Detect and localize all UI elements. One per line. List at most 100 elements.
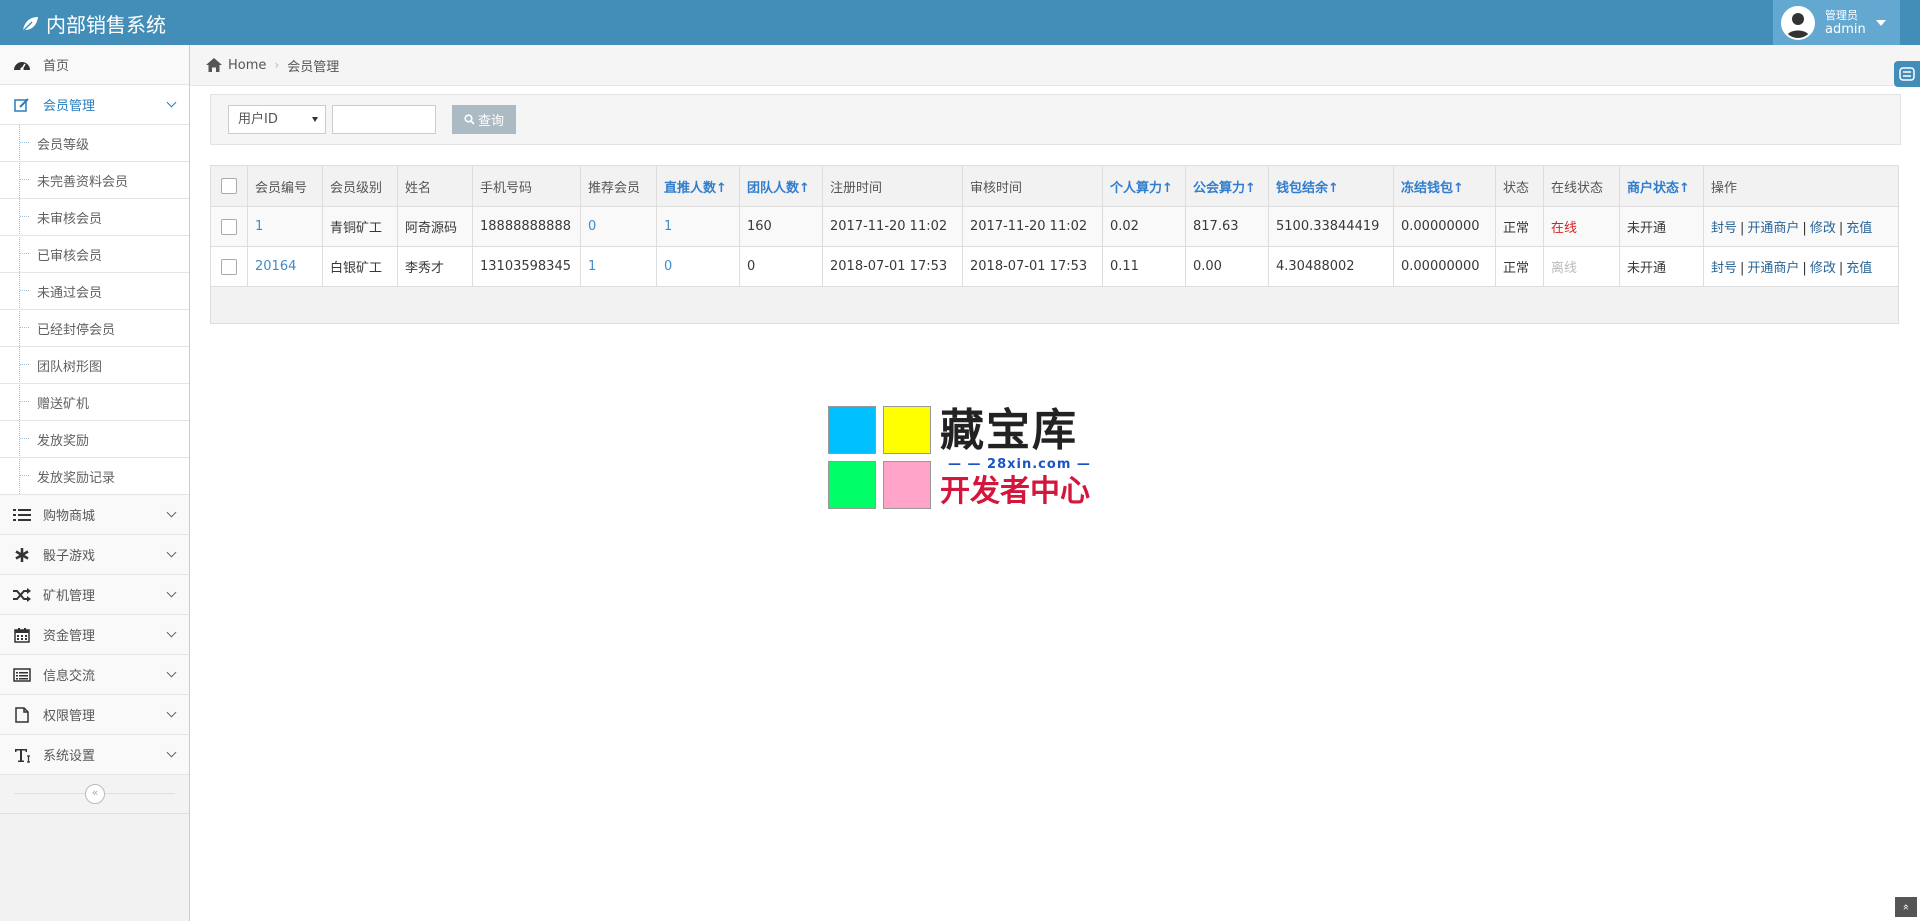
dashboard-icon: [12, 57, 32, 73]
member-level: 白银矿工: [322, 246, 398, 287]
search-field-select[interactable]: 用户ID: [228, 105, 326, 134]
member-name: 李秀才: [397, 246, 473, 287]
recharge-link[interactable]: 充值: [1846, 221, 1872, 236]
sidebar-item-funds-management[interactable]: 资金管理: [0, 615, 189, 655]
user-menu[interactable]: 管理员 admin: [1773, 0, 1900, 45]
member-id-link[interactable]: 20164: [255, 259, 296, 274]
personal-power: 0.11: [1102, 246, 1186, 287]
chevron-down-icon: [166, 747, 177, 758]
ban-link[interactable]: 封号: [1711, 221, 1737, 236]
sidebar-item-system-settings[interactable]: 系统设置: [0, 735, 189, 775]
team-count: 160: [739, 206, 823, 247]
logo-square-blue: [828, 406, 876, 454]
top-navbar: 内部销售系统 管理员 admin: [0, 0, 1920, 45]
select-all-cell: [210, 165, 248, 207]
submenu-item[interactable]: 已审核会员: [0, 235, 189, 272]
sortable-column-header[interactable]: 团队人数↑: [739, 165, 823, 207]
watermark-logo: 藏宝库 — — 28xin.com — — 开发者中心: [828, 406, 1093, 512]
submenu-item[interactable]: 会员等级: [0, 125, 189, 161]
table-row: 20164 白银矿工 李秀才 13103598345 1 0 0 2018-07…: [210, 246, 1899, 287]
sidebar-collapse-bar: «: [0, 775, 189, 814]
member-name: 阿奇源码: [397, 206, 473, 247]
frozen-wallet: 0.00000000: [1393, 206, 1496, 247]
submenu-item[interactable]: 发放奖励记录: [0, 457, 189, 494]
sortable-column-header[interactable]: 冻结钱包↑: [1393, 165, 1496, 207]
breadcrumb-home-link[interactable]: Home: [228, 58, 266, 73]
member-phone: 13103598345: [472, 246, 581, 287]
edit-link[interactable]: 修改: [1810, 261, 1836, 276]
list-icon: [12, 507, 32, 523]
register-time: 2017-11-20 11:02: [822, 206, 963, 247]
member-table: 会员编号 会员级别 姓名 手机号码 推荐会员 直推人数↑ 团队人数↑ 注册时间 …: [210, 165, 1899, 287]
sortable-column-header[interactable]: 公会算力↑: [1185, 165, 1269, 207]
referrer-link[interactable]: 0: [588, 219, 596, 234]
open-merchant-link[interactable]: 开通商户: [1747, 261, 1799, 276]
submenu-item[interactable]: 已经封停会员: [0, 309, 189, 346]
scroll-to-top-button[interactable]: »: [1895, 897, 1917, 917]
sortable-column-header[interactable]: 个人算力↑: [1102, 165, 1186, 207]
direct-count-link[interactable]: 0: [664, 259, 672, 274]
sidebar-item-miner-management[interactable]: 矿机管理: [0, 575, 189, 615]
sortable-column-header[interactable]: 钱包结余↑: [1268, 165, 1394, 207]
submenu-item[interactable]: 发放奖励: [0, 420, 189, 457]
referrer-link[interactable]: 1: [588, 259, 596, 274]
submenu-item[interactable]: 未完善资料会员: [0, 161, 189, 198]
open-merchant-link[interactable]: 开通商户: [1747, 221, 1799, 236]
watermark-title: 藏宝库: [940, 405, 1078, 456]
recharge-link[interactable]: 充值: [1846, 261, 1872, 276]
sidebar-item-home[interactable]: 首页: [0, 45, 189, 85]
column-header: 会员编号: [247, 165, 323, 207]
home-icon: [206, 58, 222, 72]
table-footer: [210, 287, 1899, 324]
caret-down-icon: [1875, 19, 1886, 26]
list-alt-icon: [12, 667, 32, 683]
member-id-link[interactable]: 1: [255, 219, 263, 234]
submenu-item[interactable]: 未审核会员: [0, 198, 189, 235]
calendar-icon: [12, 627, 32, 643]
wallet-balance: 4.30488002: [1268, 246, 1394, 287]
sidebar-item-label: 首页: [43, 59, 70, 74]
chevron-down-icon: [166, 97, 177, 108]
search-input[interactable]: [332, 105, 436, 134]
sidebar-item-permissions[interactable]: 权限管理: [0, 695, 189, 735]
member-level: 青铜矿工: [322, 206, 398, 247]
column-header: 姓名: [397, 165, 473, 207]
chevron-down-icon: [166, 707, 177, 718]
select-all-checkbox[interactable]: [221, 178, 237, 194]
sidebar-item-shop[interactable]: 购物商城: [0, 495, 189, 535]
edit-link[interactable]: 修改: [1810, 221, 1836, 236]
sidebar-item-label: 系统设置: [43, 749, 96, 764]
chevron-down-icon: [166, 667, 177, 678]
leaf-icon: [22, 16, 38, 32]
guild-power: 0.00: [1185, 246, 1269, 287]
sidebar-item-messages[interactable]: 信息交流: [0, 655, 189, 695]
sidebar-item-member-management[interactable]: 会员管理: [0, 85, 189, 125]
sortable-column-header[interactable]: 直推人数↑: [656, 165, 740, 207]
direct-count-link[interactable]: 1: [664, 219, 672, 234]
search-button[interactable]: 查询: [452, 105, 516, 134]
frozen-wallet: 0.00000000: [1393, 246, 1496, 287]
row-checkbox[interactable]: [221, 258, 237, 275]
submenu-item[interactable]: 团队树形图: [0, 346, 189, 383]
app-brand[interactable]: 内部销售系统: [20, 9, 166, 38]
column-header: 在线状态: [1543, 165, 1620, 207]
sortable-column-header[interactable]: 商户状态↑: [1619, 165, 1704, 207]
settings-icon: [1899, 67, 1915, 81]
submenu-item[interactable]: 赠送矿机: [0, 383, 189, 420]
collapse-sidebar-icon[interactable]: «: [85, 784, 105, 804]
search-panel: 用户ID 查询: [210, 94, 1901, 145]
row-checkbox[interactable]: [221, 218, 237, 235]
ban-link[interactable]: 封号: [1711, 261, 1737, 276]
sidebar-item-dice-game[interactable]: 骰子游戏: [0, 535, 189, 575]
user-role: 管理员: [1825, 8, 1858, 22]
sidebar-item-label: 会员管理: [43, 99, 96, 114]
logo-square-pink: [883, 461, 931, 509]
submenu-item[interactable]: 未通过会员: [0, 272, 189, 309]
settings-toggle-button[interactable]: [1894, 61, 1920, 87]
app-title: 内部销售系统: [46, 13, 166, 37]
column-header: 推荐会员: [580, 165, 657, 207]
file-icon: [12, 706, 32, 723]
merchant-status: 未开通: [1619, 246, 1704, 287]
logo-square-green: [828, 461, 876, 509]
member-submenu: 会员等级 未完善资料会员 未审核会员 已审核会员 未通过会员 已经封停会员 团队…: [0, 125, 189, 495]
